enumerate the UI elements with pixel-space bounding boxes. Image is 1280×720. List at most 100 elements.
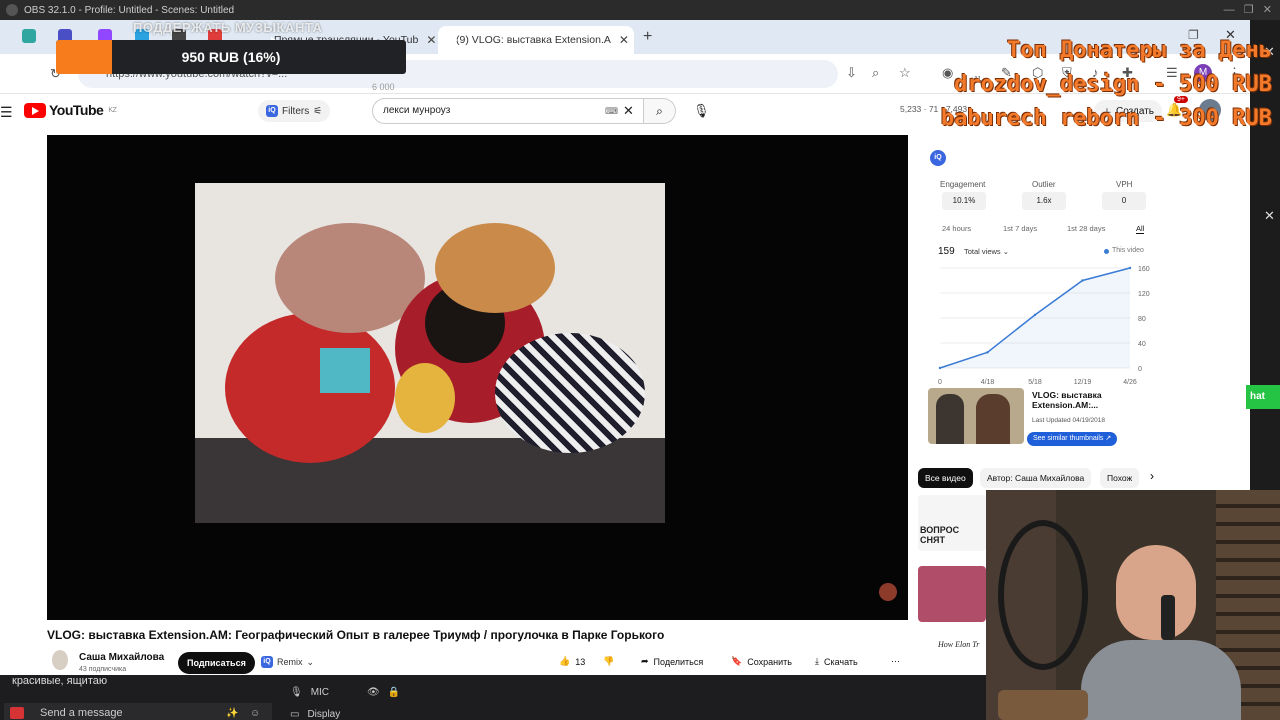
- more-actions-icon[interactable]: ⋯: [891, 656, 900, 667]
- metric-value: 0: [1102, 192, 1146, 210]
- period-tab[interactable]: 1st 7 days: [1003, 224, 1037, 233]
- x-tick-label: 12/19: [1074, 379, 1092, 386]
- vidiq-logo-icon: iQ: [930, 150, 946, 166]
- thumb-text: ВОПРОС СНЯТ: [920, 525, 960, 545]
- youtube-logo[interactable]: YouTube KZ: [24, 102, 117, 118]
- period-tab[interactable]: 24 hours: [942, 224, 971, 233]
- data-point: [1128, 266, 1132, 270]
- emoji-icon[interactable]: ☺: [250, 708, 260, 719]
- views-metric-select[interactable]: Total views ⌄: [964, 247, 1009, 256]
- chat-icon: [10, 707, 24, 719]
- chat-input[interactable]: Send a message: [40, 707, 123, 719]
- share-icon: ➦: [641, 656, 649, 666]
- emote-icon[interactable]: ✨: [226, 708, 238, 719]
- search-icon: ⌕: [656, 104, 663, 118]
- chip-author[interactable]: Автор: Саша Михайлова: [980, 468, 1092, 488]
- legend-label: This video: [1112, 247, 1144, 254]
- y-tick-label: 0: [1138, 366, 1142, 373]
- top-donator-entry: drozdov_design - 500 RUB: [954, 72, 1272, 97]
- obs-title: OBS 32.1.0 - Profile: Untitled - Scenes:…: [24, 4, 235, 16]
- chip-similar[interactable]: Похож: [1100, 468, 1140, 488]
- video-fabric-yellow: [395, 363, 455, 433]
- similar-thumbnail-card: VLOG: выставка Extension.AM:... Last Upd…: [928, 388, 1168, 448]
- recommended-video-thumbnail[interactable]: [918, 566, 986, 622]
- similar-updated: Last Updated 04/19/2018: [1032, 417, 1106, 424]
- window-controls[interactable]: — ❐ ✕: [1224, 3, 1272, 16]
- like-button[interactable]: 👍 13: [559, 656, 585, 667]
- chip-all-videos[interactable]: Все видео: [918, 468, 973, 488]
- recommended-video-thumbnail[interactable]: How Elon Tr: [918, 635, 986, 675]
- close-tab-icon[interactable]: ✕: [426, 33, 436, 47]
- clear-search-icon[interactable]: ✕: [623, 103, 634, 119]
- close-icon[interactable]: ✕: [1264, 208, 1275, 224]
- similar-thumbnails-button[interactable]: See similar thumbnails ↗: [1027, 432, 1118, 446]
- like-count: 13: [575, 656, 586, 667]
- subscribe-button[interactable]: Подписаться: [178, 652, 255, 674]
- y-tick-label: 80: [1138, 316, 1146, 323]
- keyboard-icon[interactable]: ⌨: [605, 106, 618, 117]
- video-fabric-orange: [435, 223, 555, 313]
- chat-button[interactable]: hat: [1246, 385, 1280, 409]
- tab-active-video[interactable]: (9) VLOG: выставка Extension.A ✕: [438, 26, 634, 54]
- metric-label: VPH: [1116, 180, 1133, 189]
- dislike-button[interactable]: 👎: [603, 656, 614, 667]
- recommended-video-thumbnail[interactable]: ВОПРОС СНЯТ: [918, 495, 986, 551]
- tab-favicon-icon[interactable]: [22, 29, 36, 43]
- lock-icon[interactable]: 🔒: [388, 687, 400, 698]
- metric-label: Engagement: [940, 180, 986, 189]
- zoom-icon[interactable]: ⌕: [872, 65, 879, 81]
- display-icon: ▭: [290, 709, 300, 720]
- bookmark-star-icon[interactable]: ☆: [899, 65, 911, 81]
- video-frame: [195, 183, 665, 523]
- close-tab-icon[interactable]: ✕: [619, 33, 629, 47]
- hamburger-menu-icon[interactable]: ☰: [0, 104, 13, 121]
- data-point: [1081, 279, 1084, 282]
- omnibox-hint: 6 000: [372, 82, 395, 92]
- y-tick-label: 40: [1138, 341, 1146, 348]
- metric-label: Outlier: [1032, 180, 1056, 189]
- save-label: Сохранить: [747, 656, 792, 667]
- vidiq-panel-header: iQ: [920, 148, 1170, 168]
- x-tick-label: 0: [938, 379, 942, 386]
- top-donators-title: Топ Донатеры за День: [1007, 38, 1272, 63]
- channel-avatar[interactable]: [52, 650, 68, 670]
- chevron-down-icon: ⌄: [306, 656, 315, 667]
- voice-search-icon[interactable]: 🎙: [693, 103, 710, 119]
- metric-value: 10.1%: [942, 192, 986, 210]
- period-tab[interactable]: 1st 28 days: [1067, 224, 1105, 233]
- filters-button[interactable]: iQ Filters ⚟: [258, 100, 331, 122]
- install-app-icon[interactable]: ⇩: [846, 65, 857, 81]
- download-button[interactable]: ⤓ Скачать: [815, 656, 858, 667]
- share-button[interactable]: ➦ Поделиться: [641, 656, 703, 667]
- search-button[interactable]: ⌕: [644, 98, 676, 124]
- mixer-label: Display: [307, 709, 341, 720]
- legend-dot: [1104, 249, 1109, 254]
- data-point: [986, 351, 989, 354]
- y-tick-label: 120: [1138, 291, 1150, 298]
- thumb-text: How Elon Tr: [938, 640, 980, 649]
- obs-window: OBS 32.1.0 - Profile: Untitled - Scenes:…: [0, 0, 1280, 720]
- new-tab-icon[interactable]: +: [643, 28, 652, 46]
- save-button[interactable]: 🔖 Сохранить: [731, 656, 792, 667]
- visibility-eye-icon[interactable]: 👁: [367, 687, 380, 698]
- remix-button[interactable]: iQ Remix ⌄: [261, 656, 314, 668]
- vidiq-icon: iQ: [266, 105, 278, 117]
- chevron-right-icon[interactable]: ›: [1150, 469, 1154, 483]
- y-tick-label: 160: [1138, 266, 1150, 273]
- video-title: VLOG: выставка Extension.AM: Географичес…: [47, 628, 665, 642]
- channel-watermark[interactable]: [879, 583, 897, 601]
- channel-name[interactable]: Саша Михайлова: [79, 652, 164, 663]
- youtube-logo-text: YouTube: [49, 102, 104, 118]
- filters-label: Filters: [282, 105, 310, 117]
- data-point: [938, 366, 942, 370]
- period-tab-active[interactable]: All: [1136, 224, 1145, 234]
- search-input[interactable]: лекси мунроуз: [372, 98, 644, 124]
- similar-thumbnail[interactable]: [928, 388, 1024, 444]
- video-player[interactable]: [47, 135, 908, 620]
- mixer-mic: 🎙 MIC 👁 🔒: [290, 687, 400, 698]
- remix-label: Remix: [277, 657, 303, 667]
- thumbs-up-icon: 👍: [559, 656, 571, 666]
- mixer-display: ▭ Display: [290, 709, 340, 720]
- microphone-icon: 🎙: [290, 687, 303, 698]
- channel-row: Саша Михайлова 43 подписчика Подписаться…: [47, 650, 907, 675]
